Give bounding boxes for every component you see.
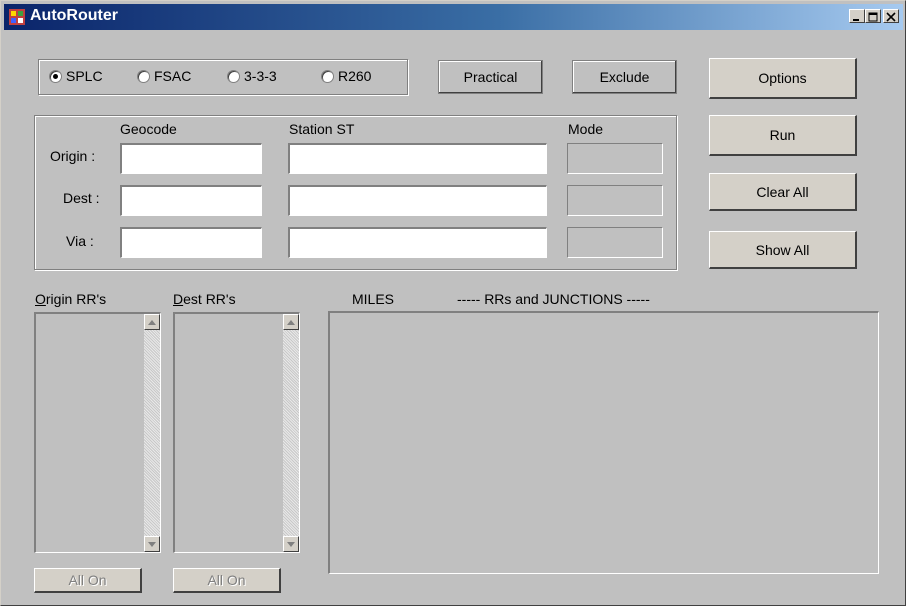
scroll-down-button[interactable] [283,536,299,552]
dest-rrs-label-text: est RR's [183,291,236,307]
station-header: Station ST [289,121,355,137]
radio-label: 3-3-3 [244,68,277,84]
via-station-input[interactable] [288,227,547,258]
dest-rrs-accel-key: D [173,291,184,307]
origin-rrs-scrollbar[interactable] [144,314,160,552]
maximize-icon [868,12,878,22]
maximize-button[interactable] [865,9,881,23]
radio-dot [49,69,62,83]
dest-all-on-button[interactable]: All On [173,568,281,593]
miles-label: MILES [352,291,395,307]
origin-label: Origin : [50,148,96,164]
rrs-junctions-label: ----- RRs and JUNCTIONS ----- [457,291,650,307]
via-geocode-input[interactable] [120,227,262,258]
arrow-down-icon [148,541,156,547]
radio-label: FSAC [154,68,192,84]
dest-mode-field [567,185,663,216]
arrow-up-icon [287,319,295,325]
geocode-header: Geocode [120,121,177,137]
radio-dot [321,69,334,83]
scroll-up-button[interactable] [283,314,299,330]
clear-all-button[interactable]: Clear All [709,173,857,211]
origin-mode-field [567,143,663,174]
origin-geocode-input[interactable] [120,143,262,174]
scroll-down-button[interactable] [144,536,160,552]
dest-rrs-label: Dest RR's [173,291,236,307]
radio-dot [227,69,240,83]
app-icon [9,9,25,25]
via-label: Via : [66,233,94,249]
close-icon [886,12,896,22]
close-button[interactable] [883,9,899,23]
run-button[interactable]: Run [709,115,857,156]
window-title: AutoRouter [30,7,118,24]
via-mode-field [567,227,663,258]
exclude-button[interactable]: Exclude [572,60,677,94]
origin-rrs-listbox[interactable] [34,312,161,553]
practical-button[interactable]: Practical [438,60,543,94]
dest-rrs-listbox[interactable] [173,312,300,553]
routes-results-pane[interactable] [328,311,879,574]
arrow-up-icon [148,319,156,325]
origin-station-input[interactable] [288,143,547,174]
radio-dot [137,69,150,83]
minimize-icon [853,19,859,21]
dest-rrs-scrollbar[interactable] [283,314,299,552]
radio-r260[interactable]: R260 [321,68,371,84]
radio-label: R260 [338,68,372,84]
dest-station-input[interactable] [288,185,547,216]
radio-fsac[interactable]: FSAC [137,68,191,84]
origin-rrs-label: Origin RR's [35,291,106,307]
options-button[interactable]: Options [709,58,857,99]
minimize-button[interactable] [849,9,865,23]
origin-rrs-accel-key: O [35,291,46,307]
origin-all-on-button[interactable]: All On [34,568,142,593]
origin-rrs-label-text: rigin RR's [45,291,107,307]
arrow-down-icon [287,541,295,547]
radio-3-3-3[interactable]: 3-3-3 [227,68,277,84]
radio-splc[interactable]: SPLC [49,68,103,84]
dest-label: Dest : [63,190,100,206]
title-bar[interactable]: AutoRouter [4,4,903,30]
show-all-button[interactable]: Show All [709,231,857,269]
scroll-up-button[interactable] [144,314,160,330]
dest-geocode-input[interactable] [120,185,262,216]
autorouter-window: AutoRouter SPLC FSAC 3-3-3 R260 Practica… [0,0,906,606]
radio-label: SPLC [66,68,103,84]
mode-header: Mode [568,121,604,137]
